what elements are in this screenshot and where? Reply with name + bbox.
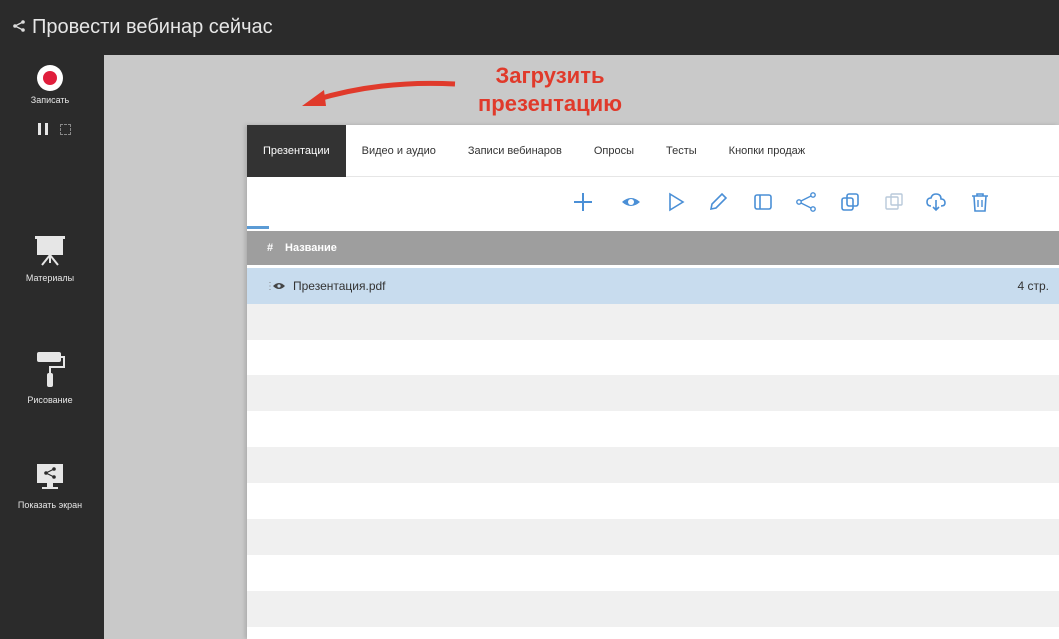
cloud-download-icon[interactable] — [925, 191, 947, 213]
tab-bar: Презентации Видео и аудио Записи вебинар… — [247, 124, 1059, 177]
annotation-arrow-icon — [302, 80, 456, 106]
left-sidebar: Записать Материалы Рисование Показать эк… — [0, 55, 104, 639]
annotation-line-2: презентацию — [478, 91, 622, 116]
empty-row — [247, 591, 1059, 627]
screen-share-icon — [37, 464, 63, 489]
sidebar-item-drawing[interactable]: Рисование — [0, 349, 100, 405]
duplicate-icon[interactable] — [883, 191, 905, 213]
record-button[interactable] — [37, 65, 63, 91]
sidebar-item-screen-share[interactable]: Показать экран — [0, 460, 100, 511]
plus-icon[interactable] — [572, 191, 594, 213]
tab-polls[interactable]: Опросы — [578, 125, 650, 177]
tab-sales-buttons[interactable]: Кнопки продаж — [713, 125, 821, 177]
annotation-text: Загрузить презентацию — [450, 62, 650, 118]
copy-icon[interactable] — [839, 191, 861, 213]
column-header-name[interactable]: Название — [285, 242, 337, 254]
record-label: Записать — [30, 95, 70, 105]
paint-roller-icon — [37, 352, 65, 387]
page-title: Провести вебинар сейчас — [32, 16, 273, 38]
tab-tests[interactable]: Тесты — [650, 125, 713, 177]
column-header-index: # — [267, 242, 274, 254]
table-header: # Название — [247, 231, 1059, 265]
sidebar-item-label: Материалы — [25, 273, 75, 283]
file-name: Презентация.pdf — [293, 279, 386, 293]
tab-webinar-recordings[interactable]: Записи вебинаров — [452, 125, 578, 177]
record-dot-icon — [43, 71, 57, 85]
annotation-line-1: Загрузить — [495, 63, 605, 88]
page-count: 4 стр. — [1017, 279, 1049, 293]
panel-icon[interactable] — [752, 191, 774, 213]
active-tab-indicator — [247, 226, 269, 229]
fullscreen-icon[interactable] — [60, 123, 71, 135]
pencil-icon[interactable] — [707, 191, 729, 213]
pause-icon[interactable] — [38, 123, 48, 135]
presentation-board-icon — [35, 236, 65, 266]
record-controls — [38, 123, 71, 135]
empty-row — [247, 519, 1059, 555]
share-icon[interactable] — [795, 191, 817, 213]
tab-video-audio[interactable]: Видео и аудио — [346, 125, 452, 177]
drag-handle-icon[interactable]: ⋮ — [247, 281, 275, 292]
empty-row — [247, 447, 1059, 483]
toolbar — [247, 177, 1059, 229]
eye-icon[interactable] — [267, 279, 293, 293]
sidebar-item-materials[interactable]: Материалы — [0, 233, 100, 283]
sidebar-item-label: Рисование — [27, 395, 73, 405]
eye-icon[interactable] — [620, 191, 642, 213]
table-row[interactable]: ⋮ Презентация.pdf 4 стр. — [247, 268, 1059, 304]
top-bar: Провести вебинар сейчас — [0, 0, 1059, 55]
tab-presentations[interactable]: Презентации — [247, 124, 346, 177]
share-icon[interactable] — [12, 17, 26, 38]
materials-panel: Презентации Видео и аудио Записи вебинар… — [247, 124, 1059, 639]
sidebar-item-label: Показать экран — [17, 500, 83, 510]
trash-icon[interactable] — [969, 191, 991, 213]
empty-row — [247, 304, 1059, 340]
empty-row — [247, 375, 1059, 411]
play-icon[interactable] — [665, 191, 687, 213]
